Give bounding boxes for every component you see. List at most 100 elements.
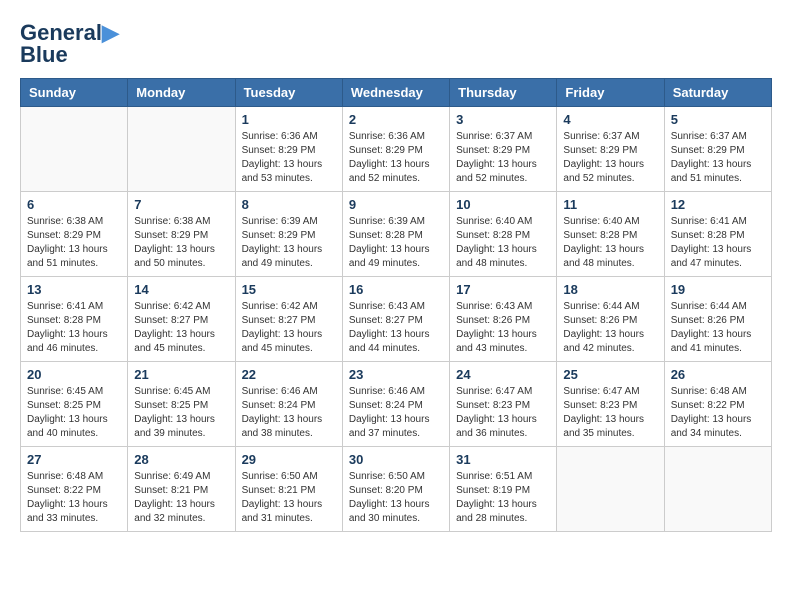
calendar-day-cell: 2Sunrise: 6:36 AM Sunset: 8:29 PM Daylig… (342, 107, 449, 192)
day-number: 27 (27, 452, 121, 467)
calendar-day-cell: 28Sunrise: 6:49 AM Sunset: 8:21 PM Dayli… (128, 447, 235, 532)
day-info: Sunrise: 6:41 AM Sunset: 8:28 PM Dayligh… (671, 215, 765, 271)
day-number: 7 (134, 197, 228, 212)
calendar-day-cell: 6Sunrise: 6:38 AM Sunset: 8:29 PM Daylig… (21, 192, 128, 277)
day-number: 25 (563, 367, 657, 382)
calendar-day-cell (128, 107, 235, 192)
day-number: 26 (671, 367, 765, 382)
day-info: Sunrise: 6:40 AM Sunset: 8:28 PM Dayligh… (563, 215, 657, 271)
day-info: Sunrise: 6:49 AM Sunset: 8:21 PM Dayligh… (134, 470, 228, 526)
calendar-day-cell: 7Sunrise: 6:38 AM Sunset: 8:29 PM Daylig… (128, 192, 235, 277)
day-number: 5 (671, 112, 765, 127)
weekday-header: Saturday (664, 79, 771, 107)
day-info: Sunrise: 6:42 AM Sunset: 8:27 PM Dayligh… (134, 300, 228, 356)
day-number: 10 (456, 197, 550, 212)
day-info: Sunrise: 6:36 AM Sunset: 8:29 PM Dayligh… (242, 130, 336, 186)
day-info: Sunrise: 6:45 AM Sunset: 8:25 PM Dayligh… (27, 385, 121, 441)
calendar-day-cell: 21 Sunrise: 6:45 AM Sunset: 8:25 PM Dayli… (128, 362, 235, 447)
weekday-header: Tuesday (235, 79, 342, 107)
day-number: 31 (456, 452, 550, 467)
calendar-day-cell: 25 Sunrise: 6:47 AM Sunset: 8:23 PM Dayli… (557, 362, 664, 447)
calendar-day-cell: 29 Sunrise: 6:50 AM Sunset: 8:21 PM Dayli… (235, 447, 342, 532)
calendar-week-row: 1 Sunrise: 6:36 AM Sunset: 8:29 PM Daylig… (21, 107, 772, 192)
day-info: Sunrise: 6:36 AM Sunset: 8:29 PM Dayligh… (349, 130, 443, 186)
day-info: Sunrise: 6:37 AM Sunset: 8:29 PM Dayligh… (671, 130, 765, 186)
day-info: Sunrise: 6:50 AM Sunset: 8:20 PM Dayligh… (349, 470, 443, 526)
day-info: Sunrise: 6:48 AM Sunset: 8:22 PM Dayligh… (671, 385, 765, 441)
calendar-day-cell: 18 Sunrise: 6:44 AM Sunset: 8:26 PM Dayli… (557, 277, 664, 362)
day-number: 20 (27, 367, 121, 382)
day-info: Sunrise: 6:46 AM Sunset: 8:24 PM Dayligh… (349, 385, 443, 441)
calendar-day-cell: 31 Sunrise: 6:51 AM Sunset: 8:19 PM Dayli… (450, 447, 557, 532)
calendar-day-cell: 30 Sunrise: 6:50 AM Sunset: 8:20 PM Dayli… (342, 447, 449, 532)
day-info: Sunrise: 6:42 AM Sunset: 8:27 PM Dayligh… (242, 300, 336, 356)
day-number: 19 (671, 282, 765, 297)
day-info: Sunrise: 6:46 AM Sunset: 8:24 PM Dayligh… (242, 385, 336, 441)
calendar-day-cell: 11 Sunrise: 6:40 AM Sunset: 8:28 PM Dayli… (557, 192, 664, 277)
day-number: 14 (134, 282, 228, 297)
calendar-day-cell: 9 Sunrise: 6:39 AM Sunset: 8:28 PM Daylig… (342, 192, 449, 277)
calendar-day-cell: 24 Sunrise: 6:47 AM Sunset: 8:23 PM Dayli… (450, 362, 557, 447)
day-info: Sunrise: 6:39 AM Sunset: 8:28 PM Dayligh… (349, 215, 443, 271)
day-number: 29 (242, 452, 336, 467)
day-number: 8 (242, 197, 336, 212)
day-info: Sunrise: 6:43 AM Sunset: 8:27 PM Dayligh… (349, 300, 443, 356)
calendar-day-cell: 14 Sunrise: 6:42 AM Sunset: 8:27 PM Dayli… (128, 277, 235, 362)
day-number: 22 (242, 367, 336, 382)
page-header: General▶ Blue (20, 20, 772, 68)
day-number: 16 (349, 282, 443, 297)
day-number: 1 (242, 112, 336, 127)
calendar-day-cell: 5 Sunrise: 6:37 AM Sunset: 8:29 PM Daylig… (664, 107, 771, 192)
logo: General▶ Blue (20, 20, 119, 68)
calendar-day-cell (664, 447, 771, 532)
day-info: Sunrise: 6:51 AM Sunset: 8:19 PM Dayligh… (456, 470, 550, 526)
calendar-day-cell: 19 Sunrise: 6:44 AM Sunset: 8:26 PM Dayli… (664, 277, 771, 362)
day-number: 24 (456, 367, 550, 382)
weekday-header: Friday (557, 79, 664, 107)
day-number: 9 (349, 197, 443, 212)
calendar-day-cell: 15 Sunrise: 6:42 AM Sunset: 8:27 PM Dayli… (235, 277, 342, 362)
calendar-week-row: 6Sunrise: 6:38 AM Sunset: 8:29 PM Daylig… (21, 192, 772, 277)
calendar-week-row: 27 Sunrise: 6:48 AM Sunset: 8:22 PM Dayli… (21, 447, 772, 532)
day-number: 4 (563, 112, 657, 127)
calendar-day-cell: 4Sunrise: 6:37 AM Sunset: 8:29 PM Daylig… (557, 107, 664, 192)
calendar-day-cell: 8 Sunrise: 6:39 AM Sunset: 8:29 PM Daylig… (235, 192, 342, 277)
calendar-day-cell: 1 Sunrise: 6:36 AM Sunset: 8:29 PM Daylig… (235, 107, 342, 192)
calendar-day-cell: 23 Sunrise: 6:46 AM Sunset: 8:24 PM Dayli… (342, 362, 449, 447)
day-info: Sunrise: 6:45 AM Sunset: 8:25 PM Dayligh… (134, 385, 228, 441)
day-info: Sunrise: 6:44 AM Sunset: 8:26 PM Dayligh… (671, 300, 765, 356)
day-info: Sunrise: 6:47 AM Sunset: 8:23 PM Dayligh… (563, 385, 657, 441)
weekday-header: Monday (128, 79, 235, 107)
day-number: 21 (134, 367, 228, 382)
weekday-header: Thursday (450, 79, 557, 107)
calendar-day-cell: 3 Sunrise: 6:37 AM Sunset: 8:29 PM Daylig… (450, 107, 557, 192)
day-info: Sunrise: 6:47 AM Sunset: 8:23 PM Dayligh… (456, 385, 550, 441)
day-info: Sunrise: 6:50 AM Sunset: 8:21 PM Dayligh… (242, 470, 336, 526)
day-number: 30 (349, 452, 443, 467)
calendar-day-cell: 16 Sunrise: 6:43 AM Sunset: 8:27 PM Dayli… (342, 277, 449, 362)
day-info: Sunrise: 6:39 AM Sunset: 8:29 PM Dayligh… (242, 215, 336, 271)
day-info: Sunrise: 6:40 AM Sunset: 8:28 PM Dayligh… (456, 215, 550, 271)
day-number: 23 (349, 367, 443, 382)
day-number: 3 (456, 112, 550, 127)
day-number: 11 (563, 197, 657, 212)
day-number: 17 (456, 282, 550, 297)
day-info: Sunrise: 6:41 AM Sunset: 8:28 PM Dayligh… (27, 300, 121, 356)
calendar-day-cell: 13Sunrise: 6:41 AM Sunset: 8:28 PM Dayli… (21, 277, 128, 362)
day-info: Sunrise: 6:48 AM Sunset: 8:22 PM Dayligh… (27, 470, 121, 526)
calendar-day-cell: 22 Sunrise: 6:46 AM Sunset: 8:24 PM Dayli… (235, 362, 342, 447)
day-info: Sunrise: 6:37 AM Sunset: 8:29 PM Dayligh… (456, 130, 550, 186)
day-info: Sunrise: 6:44 AM Sunset: 8:26 PM Dayligh… (563, 300, 657, 356)
day-number: 12 (671, 197, 765, 212)
day-info: Sunrise: 6:38 AM Sunset: 8:29 PM Dayligh… (27, 215, 121, 271)
calendar-day-cell: 17 Sunrise: 6:43 AM Sunset: 8:26 PM Dayli… (450, 277, 557, 362)
day-number: 15 (242, 282, 336, 297)
calendar-week-row: 13Sunrise: 6:41 AM Sunset: 8:28 PM Dayli… (21, 277, 772, 362)
calendar-table: SundayMondayTuesdayWednesdayThursdayFrid… (20, 78, 772, 532)
calendar-day-cell: 12 Sunrise: 6:41 AM Sunset: 8:28 PM Dayli… (664, 192, 771, 277)
day-number: 18 (563, 282, 657, 297)
weekday-header: Sunday (21, 79, 128, 107)
calendar-day-cell (557, 447, 664, 532)
day-info: Sunrise: 6:43 AM Sunset: 8:26 PM Dayligh… (456, 300, 550, 356)
calendar-day-cell: 20 Sunrise: 6:45 AM Sunset: 8:25 PM Dayli… (21, 362, 128, 447)
